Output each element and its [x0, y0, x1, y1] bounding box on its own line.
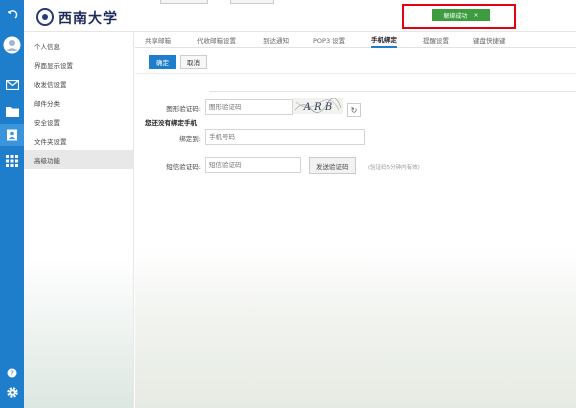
settings-gear-icon[interactable]: [5, 385, 19, 399]
university-seal-logo: [36, 8, 54, 26]
header-top-button[interactable]: [230, 0, 274, 4]
header-top-button[interactable]: [160, 0, 208, 4]
code-validity-hint: (验证码5分钟内有效): [368, 165, 420, 171]
settings-tabs: 共享邮箱 代收邮箱设置 到达通知 POP3 设置 手机绑定 提醒设置 键盘快捷键: [135, 32, 576, 48]
sidebar-item-display[interactable]: 界面显示设置: [24, 55, 133, 74]
tab-reminder[interactable]: 提醒设置: [423, 32, 449, 48]
mail-icon[interactable]: [5, 78, 19, 92]
sidebar-item-advanced[interactable]: 高级功能: [24, 150, 133, 169]
divider: [135, 73, 576, 74]
folder-icon[interactable]: [5, 104, 19, 118]
captcha-image[interactable]: A R B: [293, 97, 343, 114]
tab-phone-binding[interactable]: 手机绑定: [371, 32, 397, 48]
tab-keyboard-shortcuts[interactable]: 键盘快捷键: [473, 32, 506, 48]
apps-grid-icon[interactable]: [5, 154, 19, 168]
tab-arrival-notice[interactable]: 到达通知: [263, 32, 289, 48]
section-title: 您还没有绑定手机: [145, 119, 197, 127]
cancel-button[interactable]: 取消: [180, 55, 207, 69]
help-icon[interactable]: ?: [5, 366, 19, 380]
tab-pop3[interactable]: POP3 设置: [313, 32, 345, 48]
toast-close-icon[interactable]: ×: [473, 12, 478, 19]
sidebar-item-security[interactable]: 安全设置: [24, 112, 133, 131]
main-panel: 共享邮箱 代收邮箱设置 到达通知 POP3 设置 手机绑定 提醒设置 键盘快捷键…: [135, 32, 576, 408]
sidebar-item-mail-category[interactable]: 邮件分类: [24, 93, 133, 112]
sidebar-item-profile[interactable]: 个人信息: [24, 36, 133, 55]
send-code-button[interactable]: 发送验证码: [309, 157, 356, 174]
captcha-label: 图形验证码:: [166, 105, 201, 113]
bind-to-label: 绑定到:: [179, 135, 201, 143]
tab-proxy-mailbox[interactable]: 代收邮箱设置: [197, 32, 236, 48]
avatar-icon[interactable]: [3, 36, 21, 54]
svg-text:?: ?: [10, 370, 14, 378]
sidebar-item-mail-send-receive[interactable]: 收发信设置: [24, 74, 133, 93]
phone-number-input[interactable]: [205, 129, 365, 145]
tab-shared-mailbox[interactable]: 共享邮箱: [145, 32, 171, 48]
confirm-button[interactable]: 确定: [149, 55, 176, 69]
success-toast: 解绑成功 ×: [432, 9, 490, 21]
captcha-text: A R B: [303, 102, 332, 113]
settings-sidebar: 个人信息 界面显示设置 收发信设置 邮件分类 安全设置 文件夹设置 高级功能: [24, 32, 134, 408]
toast-text: 解绑成功: [443, 12, 468, 20]
sidebar-item-folders[interactable]: 文件夹设置: [24, 131, 133, 150]
section-divider: [209, 91, 576, 92]
sms-code-label: 短信验证码:: [166, 163, 201, 171]
university-logo-text: 西南大学: [58, 11, 118, 27]
refresh-captcha-icon[interactable]: ↻: [347, 103, 361, 117]
left-rail: ?: [0, 0, 24, 408]
contacts-icon[interactable]: [0, 124, 24, 146]
captcha-input[interactable]: [205, 99, 293, 115]
sms-code-input[interactable]: [205, 157, 301, 173]
back-icon[interactable]: [5, 8, 19, 22]
